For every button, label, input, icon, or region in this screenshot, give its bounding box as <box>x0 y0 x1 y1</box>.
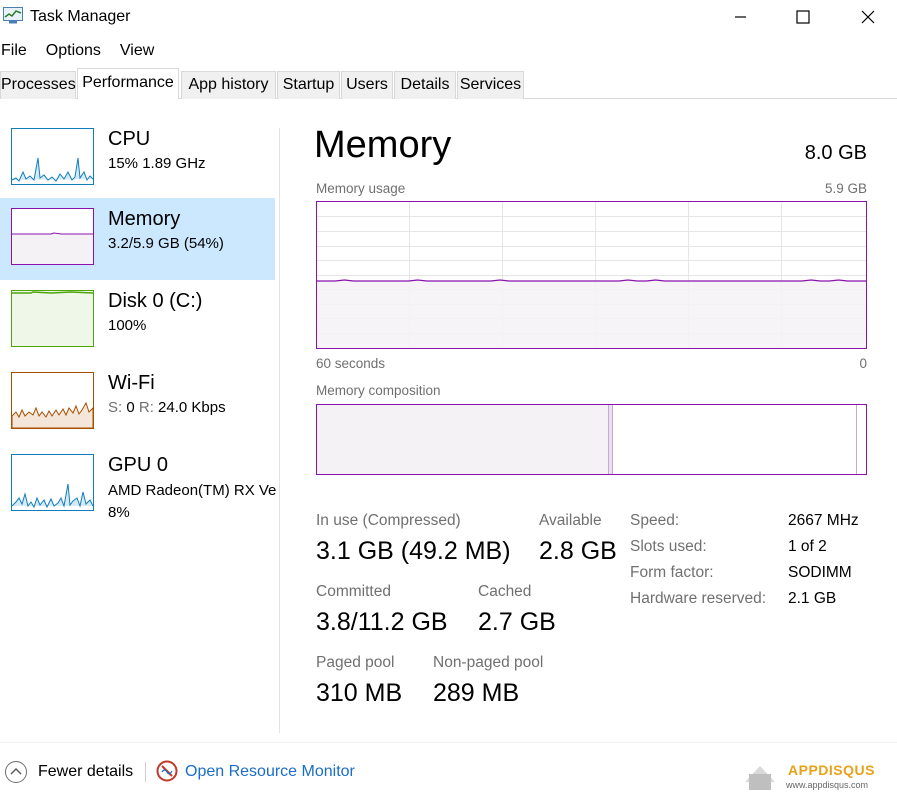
usage-graph-max: 5.9 GB <box>824 181 867 196</box>
sidebar-item-cpu[interactable]: CPU 15% 1.89 GHz <box>0 118 275 200</box>
sidebar-item-label: Disk 0 (C:) <box>108 290 203 312</box>
composition-in-use[interactable] <box>317 405 608 474</box>
menu-options[interactable]: Options <box>45 40 102 62</box>
pane-divider[interactable] <box>279 128 280 733</box>
cached-label: Cached <box>478 583 532 600</box>
cpu-thumbnail-graph <box>11 128 94 185</box>
tab-app-history[interactable]: App history <box>181 71 276 99</box>
in-use-label: In use (Compressed) <box>316 512 461 529</box>
sidebar-item-label: Memory <box>108 208 181 230</box>
committed-label: Committed <box>316 583 391 600</box>
page-title: Memory <box>314 124 452 166</box>
wifi-receive-value: 24.0 Kbps <box>158 399 226 416</box>
sidebar-item-label: GPU 0 <box>108 454 169 476</box>
form-factor-label: Form factor: <box>630 564 714 581</box>
hardware-reserved-value: 2.1 GB <box>788 590 837 607</box>
sidebar-item-value: AMD Radeon(TM) RX Vega 10 Graphics <box>108 482 277 499</box>
paged-pool-value: 310 MB <box>316 679 403 707</box>
maximize-icon <box>796 10 810 24</box>
tab-startup[interactable]: Startup <box>277 71 340 99</box>
sidebar-item-disk[interactable]: Disk 0 (C:) 100% <box>0 280 275 362</box>
close-button[interactable] <box>845 0 891 34</box>
non-paged-pool-label: Non-paged pool <box>433 654 544 671</box>
slots-used-value: 1 of 2 <box>788 538 827 555</box>
chevron-up-icon[interactable] <box>4 760 28 784</box>
memory-usage-graph <box>316 201 867 349</box>
footer-divider <box>0 742 897 743</box>
graph-time-right: 0 <box>859 356 867 371</box>
wifi-send-label: S: <box>108 399 123 416</box>
composition-label: Memory composition <box>316 383 441 398</box>
speed-label: Speed: <box>630 512 680 529</box>
sidebar-item-value-2: 8% <box>108 504 130 521</box>
disk-thumbnail-graph <box>11 290 94 347</box>
sidebar-item-value: 100% <box>108 317 147 334</box>
slots-used-label: Slots used: <box>630 538 707 555</box>
memory-composition-bar <box>316 404 867 475</box>
graph-time-left: 60 seconds <box>316 356 386 371</box>
speed-value: 2667 MHz <box>788 512 859 529</box>
tab-performance[interactable]: Performance <box>77 68 179 99</box>
sidebar-item-wifi[interactable]: Wi-Fi S: 0 R: 24.0 Kbps <box>0 362 275 444</box>
tab-bar: Processes Performance App history Startu… <box>0 68 897 99</box>
tab-users[interactable]: Users <box>341 71 393 99</box>
committed-value: 3.8/11.2 GB <box>316 608 448 636</box>
gpu-thumbnail-graph <box>11 454 94 511</box>
task-manager-icon <box>3 7 23 24</box>
menu-view[interactable]: View <box>119 40 155 62</box>
form-factor-value: SODIMM <box>788 564 852 581</box>
tab-services[interactable]: Services <box>457 71 524 99</box>
footer-separator <box>145 762 146 782</box>
watermark-url: www.appdisqus.com <box>786 780 869 790</box>
wifi-send-value: 0 <box>126 399 135 416</box>
non-paged-pool-value: 289 MB <box>433 679 520 707</box>
tab-details[interactable]: Details <box>394 71 456 99</box>
cached-value: 2.7 GB <box>478 608 556 636</box>
sidebar-item-label: CPU <box>108 128 151 150</box>
composition-standby[interactable] <box>613 405 857 474</box>
composition-free[interactable] <box>860 405 866 474</box>
sidebar-item-value: 3.2/5.9 GB (54%) <box>108 235 224 252</box>
minimize-icon <box>735 16 746 18</box>
sidebar-item-value: S: 0 R: 24.0 Kbps <box>108 399 226 416</box>
wifi-thumbnail-graph <box>11 372 94 429</box>
memory-thumbnail-graph <box>11 208 94 265</box>
maximize-button[interactable] <box>780 0 826 34</box>
menu-file[interactable]: File <box>0 40 28 62</box>
sidebar-item-memory[interactable]: Memory 3.2/5.9 GB (54%) <box>0 198 275 280</box>
resource-monitor-icon[interactable] <box>156 760 178 782</box>
close-icon <box>861 10 875 24</box>
title-bar: Task Manager <box>0 0 897 34</box>
paged-pool-label: Paged pool <box>316 654 395 671</box>
window-title: Task Manager <box>30 8 131 25</box>
tab-processes[interactable]: Processes <box>0 71 76 99</box>
usage-graph-canvas <box>317 202 866 348</box>
available-label: Available <box>539 512 602 529</box>
open-resource-monitor-link[interactable]: Open Resource Monitor <box>185 763 355 781</box>
in-use-value: 3.1 GB (49.2 MB) <box>316 537 511 565</box>
minimize-button[interactable] <box>718 0 764 34</box>
resource-list: CPU 15% 1.89 GHz Memory 3.2/5.9 GB (54%)… <box>0 118 277 738</box>
available-value: 2.8 GB <box>539 537 617 565</box>
sidebar-item-gpu[interactable]: GPU 0 AMD Radeon(TM) RX Vega 10 Graphics… <box>0 444 277 526</box>
watermark-brand: APPDISQUS <box>788 762 875 778</box>
wifi-receive-label: R: <box>138 399 154 416</box>
hardware-reserved-label: Hardware reserved: <box>630 590 767 607</box>
usage-graph-label: Memory usage <box>316 181 406 196</box>
sidebar-item-label: Wi-Fi <box>108 372 155 394</box>
sidebar-item-value: 15% 1.89 GHz <box>108 155 206 172</box>
menu-bar: File Options View <box>0 40 172 62</box>
memory-total: 8.0 GB <box>804 142 867 164</box>
fewer-details-button[interactable]: Fewer details <box>38 763 133 781</box>
